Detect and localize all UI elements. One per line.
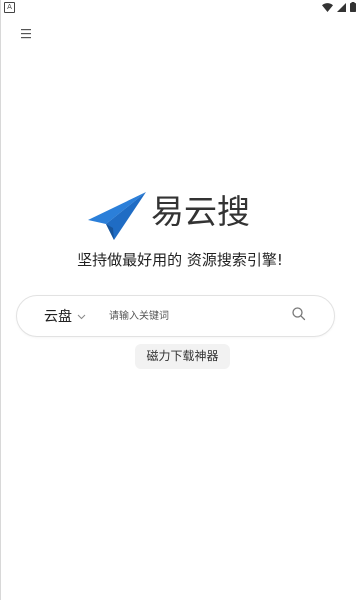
source-select[interactable]: 云盘 bbox=[44, 296, 86, 336]
paper-plane-icon bbox=[88, 192, 146, 240]
battery-icon bbox=[350, 2, 356, 12]
hamburger-menu-icon bbox=[21, 29, 31, 39]
app-title: 易云搜 bbox=[151, 192, 250, 231]
search-input[interactable] bbox=[109, 305, 279, 327]
logo: 易云搜 bbox=[86, 190, 276, 242]
search-button[interactable] bbox=[290, 305, 308, 323]
search-bar: 云盘 bbox=[16, 295, 335, 337]
notification-icon: A bbox=[4, 2, 15, 13]
wifi-icon bbox=[322, 2, 333, 12]
device-edge bbox=[0, 0, 1, 600]
source-select-label: 云盘 bbox=[44, 309, 72, 325]
menu-button[interactable] bbox=[17, 25, 35, 41]
status-icons bbox=[322, 2, 356, 12]
magnet-downloader-button[interactable]: 磁力下载神器 bbox=[135, 344, 230, 369]
chevron-down-icon bbox=[77, 314, 86, 319]
search-icon bbox=[292, 307, 306, 321]
signal-icon bbox=[337, 2, 346, 12]
status-bar: A bbox=[0, 0, 360, 14]
slogan: 坚持做最好用的 资源搜索引擎! bbox=[77, 251, 283, 269]
